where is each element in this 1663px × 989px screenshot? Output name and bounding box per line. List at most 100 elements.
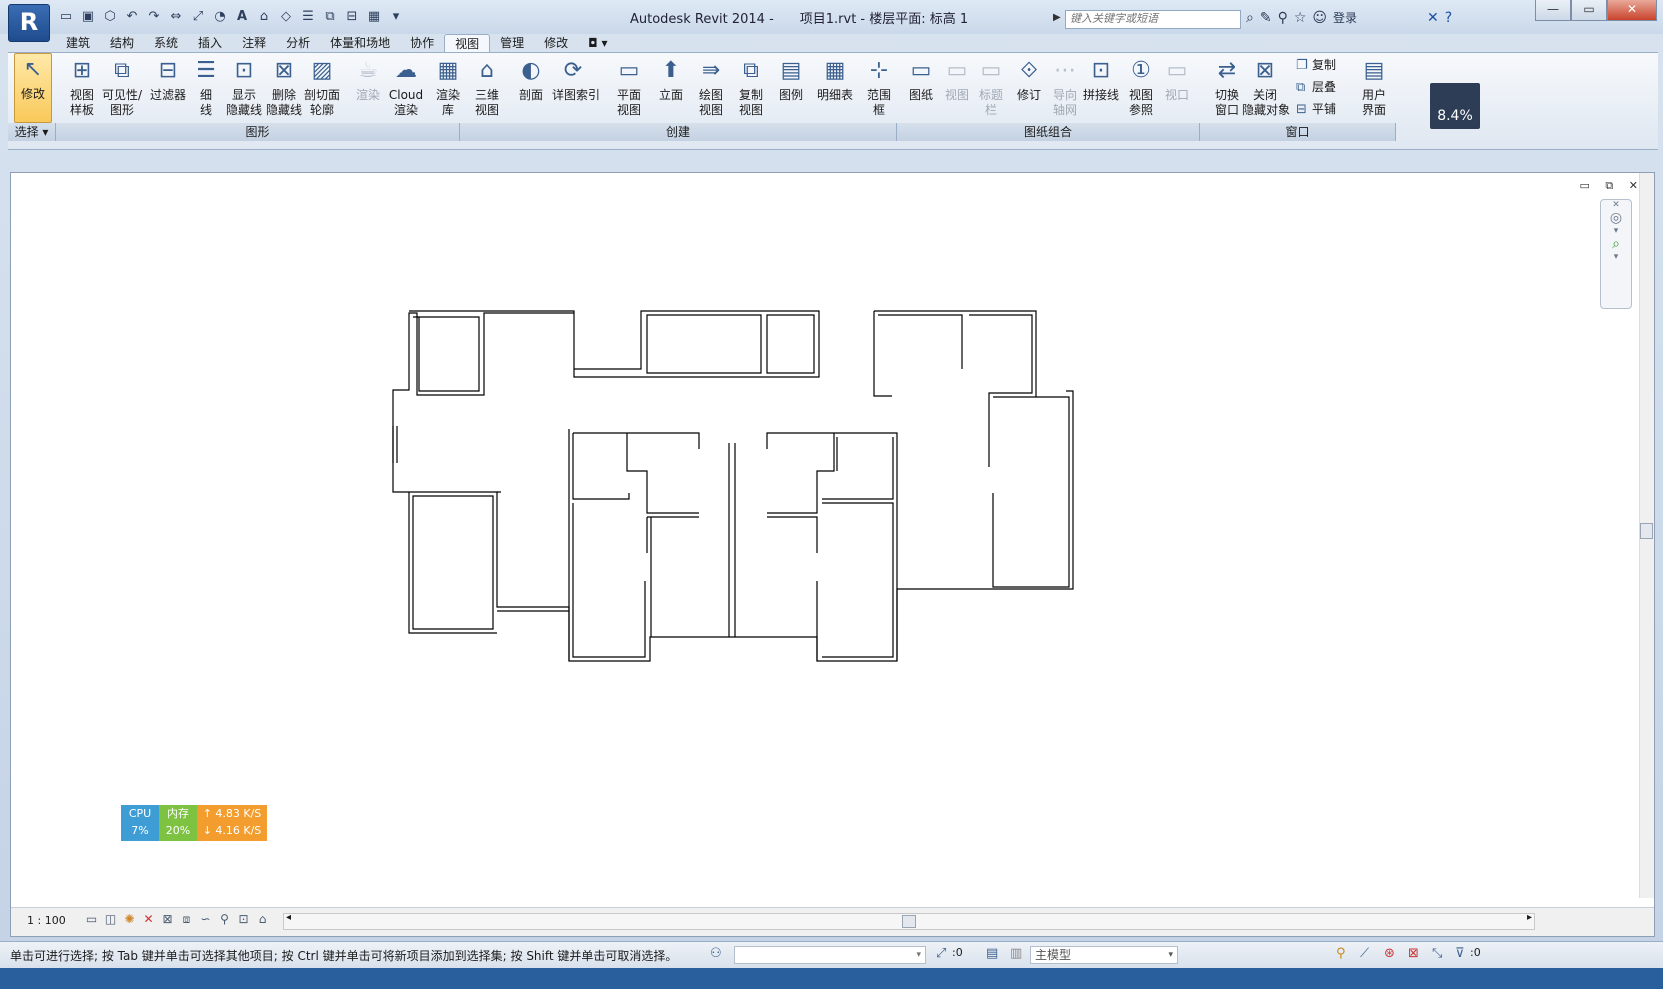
section-icon[interactable]: ◇: [276, 8, 296, 26]
dropdown-icon[interactable]: ▾: [1601, 252, 1631, 262]
navbar-close-icon[interactable]: ✕: [1601, 200, 1631, 210]
viewports-button[interactable]: ▭ 视口: [1158, 55, 1196, 103]
scroll-right-icon[interactable]: ▸: [1527, 912, 1532, 923]
worksets-icon[interactable]: ⚇: [710, 946, 722, 961]
tab-0[interactable]: 建筑: [56, 34, 100, 52]
detail-level-icon[interactable]: ▭: [83, 912, 100, 927]
scroll-left-icon[interactable]: ◂: [286, 912, 291, 923]
vertical-scroll-thumb[interactable]: [1640, 523, 1653, 539]
model-dropdown[interactable]: 主模型 ▾: [1030, 946, 1178, 964]
favorites-icon[interactable]: ☆: [1294, 10, 1307, 26]
schedules-button[interactable]: ▦ 明细表: [814, 55, 856, 103]
select-links-icon[interactable]: ⚲: [1336, 946, 1346, 961]
cloud-render-button[interactable]: ☁ Cloud 渲染: [386, 55, 426, 118]
visibility-graphics-button[interactable]: ⧉ 可见性/ 图形: [100, 55, 144, 118]
duplicate-view-button[interactable]: ⧉ 复制 视图: [730, 55, 772, 118]
callout-button[interactable]: ⟳ 详图索引: [552, 55, 600, 103]
editable-only-icon[interactable]: ▤: [986, 946, 998, 961]
vertical-scrollbar[interactable]: [1639, 173, 1654, 898]
crop-view-icon[interactable]: ⊠: [159, 912, 176, 927]
help-icon[interactable]: ?: [1445, 10, 1452, 26]
reveal-hidden-icon[interactable]: ⚲: [216, 912, 233, 927]
view-scale[interactable]: 1 : 100: [27, 914, 66, 927]
dropdown-icon[interactable]: ▾: [1601, 226, 1631, 236]
title-block-button[interactable]: ▭ 标题 栏: [972, 55, 1010, 118]
cut-profile-button[interactable]: ▨ 剖切面 轮廓: [300, 55, 344, 118]
shadows-icon[interactable]: ✕: [140, 912, 157, 927]
dropdown-icon[interactable]: ▾: [386, 8, 406, 26]
matchline-button[interactable]: ⊡ 拼接线: [1082, 55, 1120, 103]
temporary-hide-icon[interactable]: ∽: [197, 912, 214, 927]
worksharing-icon[interactable]: ⊡: [235, 912, 252, 927]
search-expand-icon[interactable]: ▶: [1053, 12, 1061, 23]
tab-11[interactable]: ◘ ▾: [578, 34, 617, 52]
sync-icon[interactable]: ⬡: [100, 8, 120, 26]
select-by-face-icon[interactable]: ⊠: [1408, 946, 1419, 961]
show-crop-icon[interactable]: ⧈: [178, 912, 195, 927]
tab-2[interactable]: 系统: [144, 34, 188, 52]
drag-elements-icon[interactable]: ⤡: [1432, 946, 1442, 961]
binoculars-icon[interactable]: ⌕: [1246, 10, 1254, 26]
thin-lines-icon[interactable]: ☰: [298, 8, 318, 26]
workset-dropdown[interactable]: ▾: [734, 946, 926, 964]
ui-icon[interactable]: ▦: [364, 8, 384, 26]
tab-7[interactable]: 协作: [400, 34, 444, 52]
plan-views-button[interactable]: ▭ 平面 视图: [608, 55, 650, 118]
panel-select[interactable]: 选择 ▾: [8, 123, 56, 141]
3d-view-button[interactable]: ⌂ 三维 视图: [466, 55, 508, 118]
user-interface-button[interactable]: ▤ 用户 界面: [1354, 55, 1394, 118]
application-menu-button[interactable]: R: [8, 4, 50, 42]
tab-5[interactable]: 分析: [276, 34, 320, 52]
open-icon[interactable]: ▭: [56, 8, 76, 26]
maximize-button[interactable]: ▭: [1571, 0, 1607, 21]
close-button[interactable]: ✕: [1607, 0, 1657, 21]
tag-icon[interactable]: ◔: [210, 8, 230, 26]
guide-grid-button[interactable]: ⋯ 导向 轴网: [1046, 55, 1084, 118]
3d-icon[interactable]: ⌂: [254, 8, 274, 26]
tab-10[interactable]: 修改: [534, 34, 578, 52]
cascade-button[interactable]: ⧉ 层叠: [1296, 79, 1336, 96]
save-icon[interactable]: ▣: [78, 8, 98, 26]
tab-3[interactable]: 插入: [188, 34, 232, 52]
view-template-button[interactable]: ⊞ 视图 样板: [60, 55, 104, 118]
select-underlay-icon[interactable]: ⟋: [1360, 946, 1369, 961]
visual-style-icon[interactable]: ◫: [102, 912, 119, 927]
undo-icon[interactable]: ↶: [122, 8, 142, 26]
horizontal-scrollbar[interactable]: ◂ ▸: [283, 912, 1535, 930]
communication-icon[interactable]: ⚲: [1278, 10, 1288, 26]
revisions-button[interactable]: ⟐ 修订: [1010, 55, 1048, 103]
text-icon[interactable]: A: [232, 8, 252, 26]
floor-plan[interactable]: [389, 303, 1079, 673]
tab-6[interactable]: 体量和场地: [320, 34, 400, 52]
user-icon[interactable]: ☺: [1312, 10, 1327, 26]
render-gallery-button[interactable]: ▦ 渲染 库: [428, 55, 468, 118]
select-pinned-icon[interactable]: ⊛: [1384, 946, 1395, 961]
subscription-icon[interactable]: ✎: [1260, 10, 1272, 26]
sun-path-icon[interactable]: ✺: [121, 912, 138, 927]
horizontal-scroll-thumb[interactable]: [902, 915, 916, 928]
close-hidden-icon[interactable]: ⧉: [320, 8, 340, 26]
exchange-icon[interactable]: ✕: [1427, 10, 1439, 26]
zoom-icon[interactable]: ⌕: [1601, 236, 1631, 252]
scope-box-button[interactable]: ⊹ 范围 框: [858, 55, 900, 118]
elevation-button[interactable]: ⬆ 立面: [650, 55, 692, 103]
drafting-view-button[interactable]: ⇛ 绘图 视图: [690, 55, 732, 118]
legends-button[interactable]: ▤ 图例: [770, 55, 812, 103]
dimension-icon[interactable]: ⤢: [188, 8, 208, 26]
section-button[interactable]: ◐ 剖面: [510, 55, 552, 103]
steering-wheel-icon[interactable]: ◎: [1601, 210, 1631, 226]
search-input[interactable]: [1065, 10, 1241, 29]
sheet-button[interactable]: ▭ 图纸: [902, 55, 940, 103]
tab-4[interactable]: 注释: [232, 34, 276, 52]
minimize-button[interactable]: —: [1535, 0, 1571, 21]
modify-button[interactable]: ↖ 修改: [14, 53, 52, 123]
redo-icon[interactable]: ↷: [144, 8, 164, 26]
drawing-area[interactable]: ▭ ⧉ ✕ ✕ ◎ ▾ ⌕ ▾ CPU 7% 内存 20% ↑ 4.83 K/S ↓ …: [10, 172, 1655, 937]
login-link[interactable]: 登录: [1333, 9, 1357, 26]
view-button[interactable]: ▭ 视图: [938, 55, 976, 103]
measure-icon[interactable]: ⇔: [166, 8, 186, 26]
design-options-icon[interactable]: ⤢: [936, 946, 946, 961]
render-button[interactable]: ☕ 渲染: [348, 55, 388, 103]
view-reference-button[interactable]: ① 视图 参照: [1122, 55, 1160, 118]
tab-8[interactable]: 视图: [444, 34, 491, 52]
